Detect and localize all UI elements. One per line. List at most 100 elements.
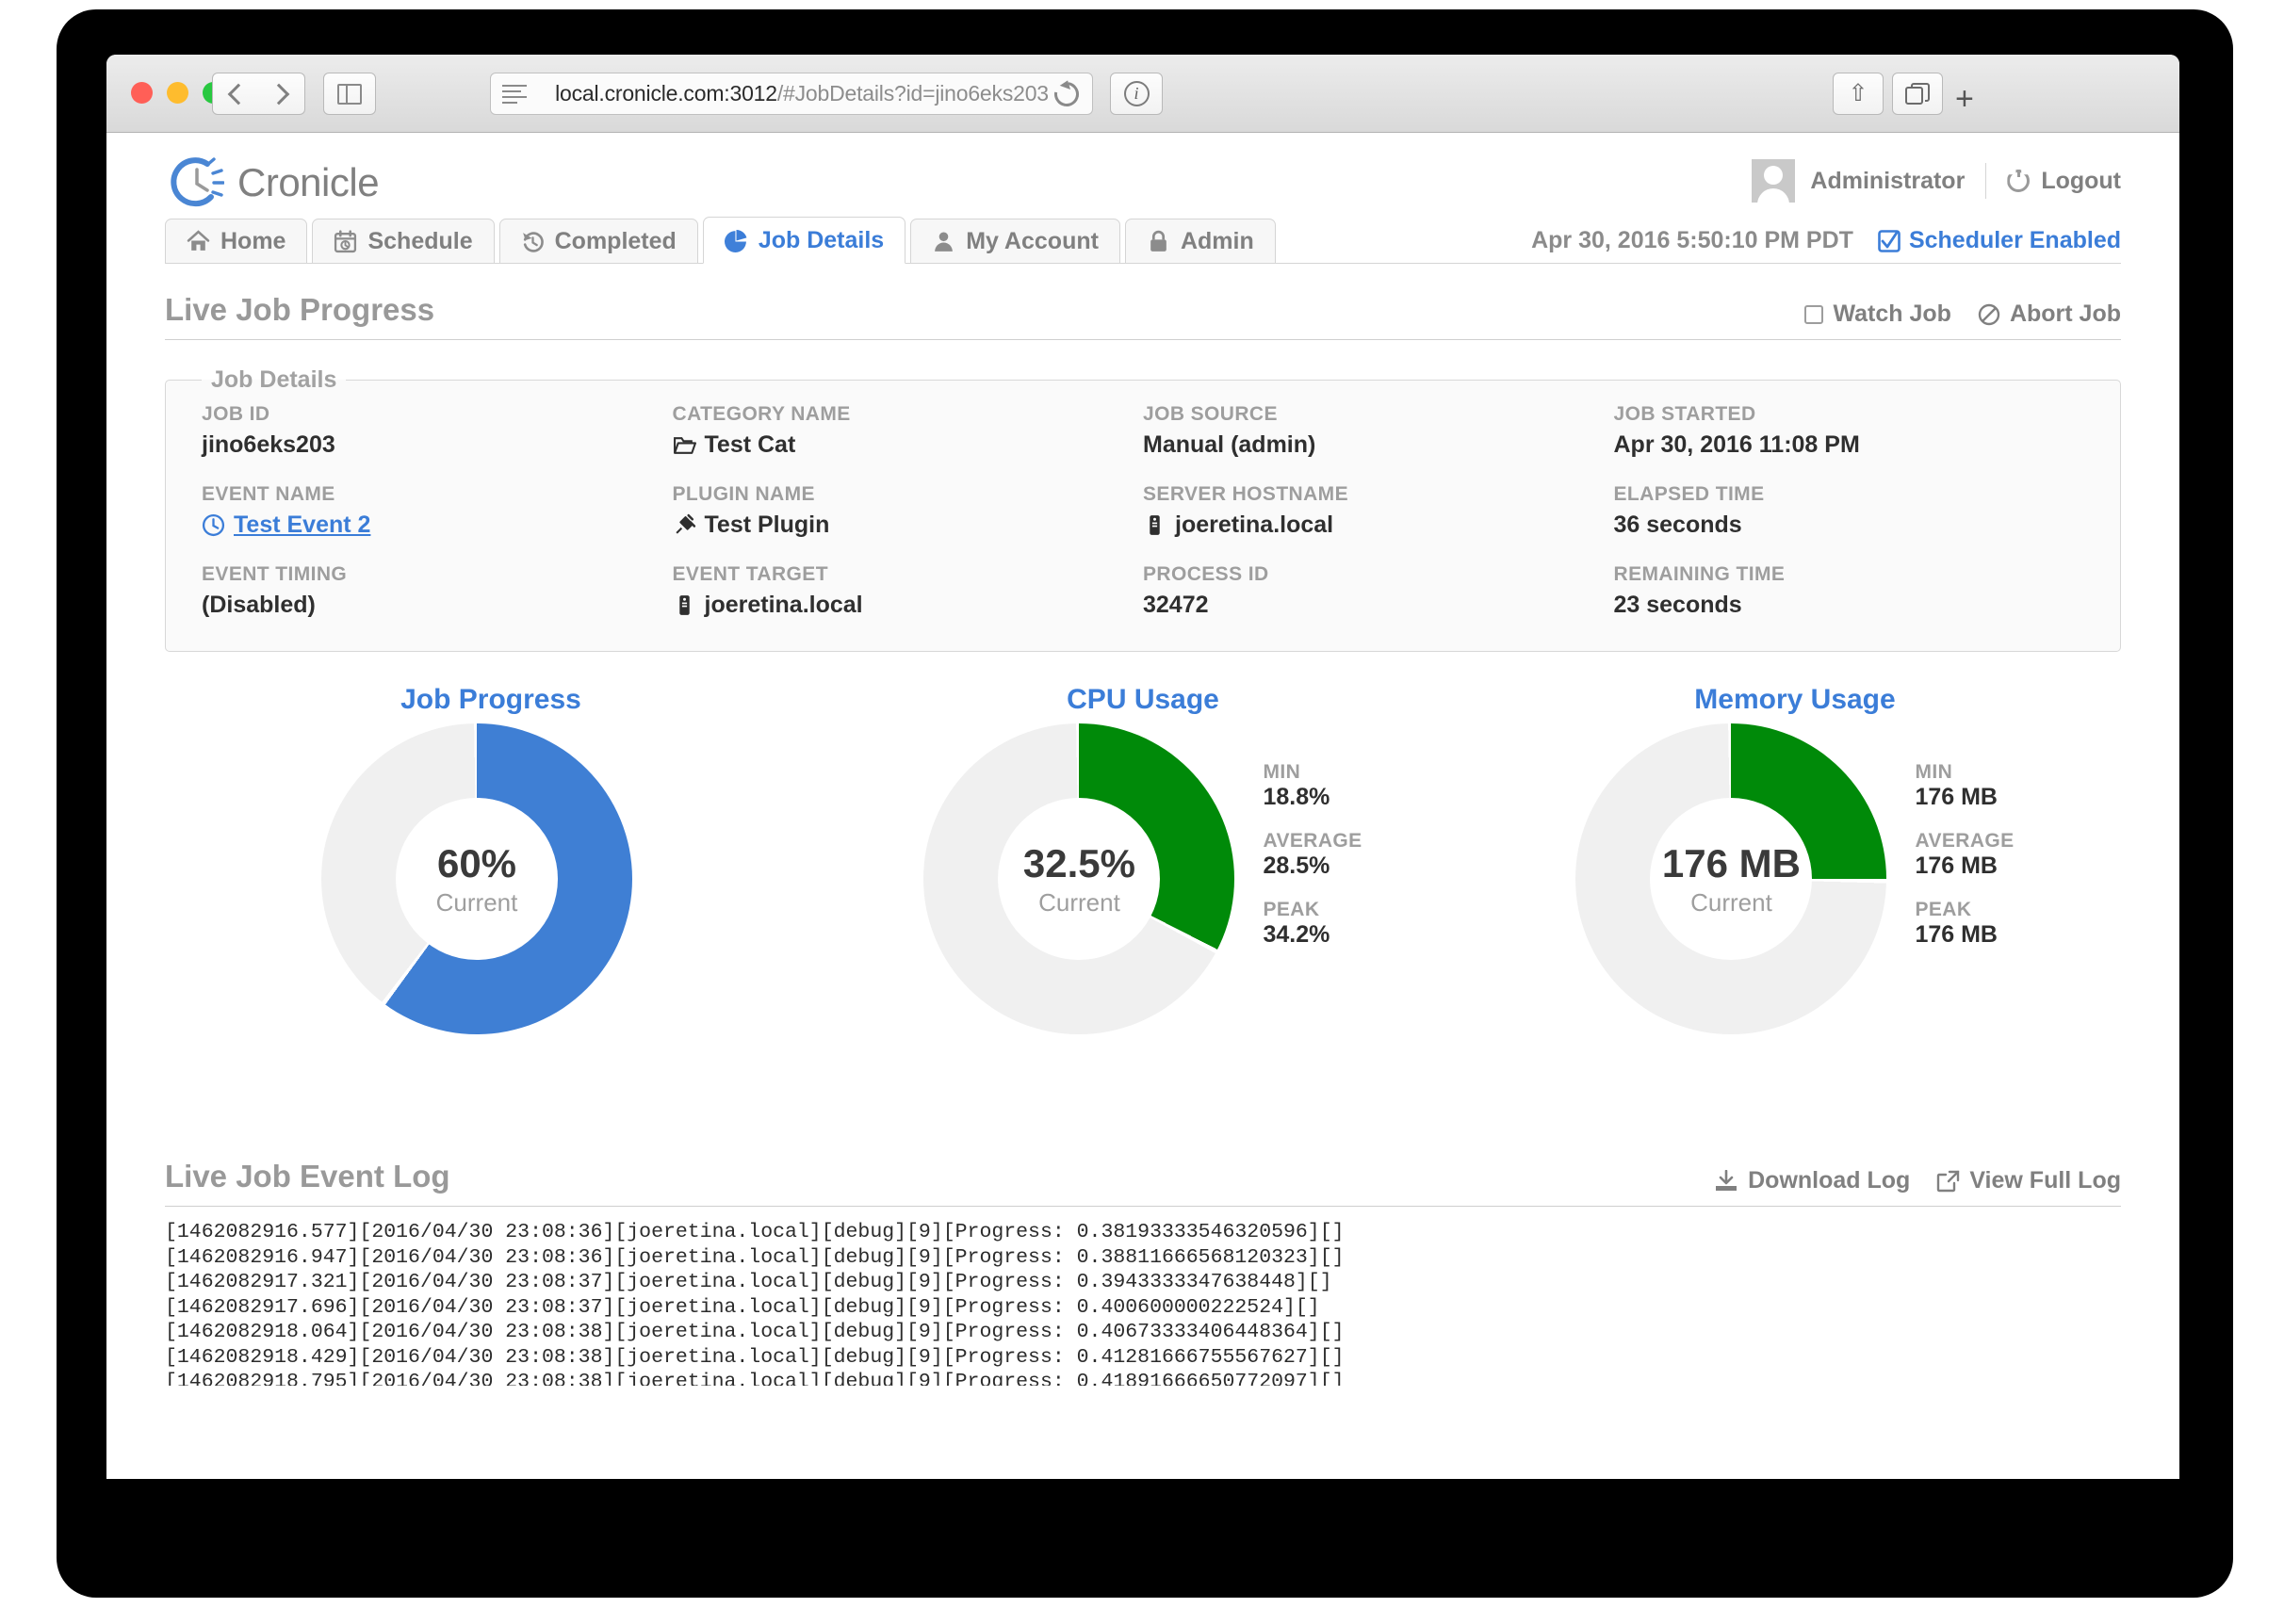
- tab-label: Admin: [1181, 228, 1254, 255]
- back-button[interactable]: [212, 73, 259, 115]
- power-icon: [2007, 170, 2030, 192]
- job-detail-text: joeretina.local: [705, 592, 863, 619]
- job-detail-field: EVENT NAME Test Event 2: [202, 483, 673, 539]
- main-content: Live Job Progress Watch Job Abort Job: [165, 264, 2121, 1386]
- user-name[interactable]: Administrator: [1810, 168, 1965, 195]
- logout-button[interactable]: Logout: [2007, 168, 2121, 195]
- share-icon: ⇧: [1849, 82, 1868, 106]
- job-detail-value: 36 seconds: [1614, 512, 2085, 539]
- donut-value: 60%: [437, 841, 516, 886]
- folder-icon: [673, 433, 696, 457]
- job-details-grid: JOB IDjino6eks203CATEGORY NAMETest CatJO…: [202, 403, 2084, 619]
- history-icon: [521, 230, 545, 253]
- tab-label: Job Details: [759, 227, 884, 254]
- stat-value: 176 MB: [1915, 853, 2014, 880]
- job-detail-field: ELAPSED TIME36 seconds: [1614, 483, 2085, 539]
- external-link-icon: [1936, 1170, 1960, 1193]
- log-line: [1462082917.321][2016/04/30 23:08:37][jo…: [165, 1270, 2121, 1295]
- close-window-button[interactable]: [131, 82, 153, 104]
- log-line: [1462082916.947][2016/04/30 23:08:36][jo…: [165, 1245, 2121, 1271]
- chart-title: Job Progress: [400, 684, 581, 716]
- job-detail-text: joeretina.local: [1175, 512, 1333, 539]
- url-path: /#JobDetails?id=jino6eks203: [777, 81, 1049, 106]
- show-tabs-button[interactable]: [1892, 73, 1943, 115]
- minimize-window-button[interactable]: [167, 82, 188, 104]
- donut-chart: 60%Current: [321, 723, 632, 1034]
- tab-admin[interactable]: Admin: [1125, 219, 1276, 264]
- tab-completed[interactable]: Completed: [499, 219, 698, 264]
- job-detail-value: Test Plugin: [673, 512, 1144, 539]
- tab-label: My Account: [966, 228, 1099, 255]
- job-details-legend: Job Details: [202, 366, 346, 394]
- job-detail-label: SERVER HOSTNAME: [1143, 483, 1614, 506]
- app-logo[interactable]: Cronicle: [170, 155, 379, 210]
- stat-value: 176 MB: [1915, 921, 2014, 949]
- job-detail-label: JOB SOURCE: [1143, 403, 1614, 426]
- stat-label: MIN: [1263, 761, 1362, 784]
- job-detail-text: 23 seconds: [1614, 592, 1742, 619]
- donut-chart: 32.5%Current: [923, 723, 1234, 1034]
- job-detail-label: REMAINING TIME: [1614, 563, 2085, 586]
- site-info-button[interactable]: i: [1110, 73, 1163, 115]
- tab-my-account[interactable]: My Account: [910, 219, 1120, 264]
- app-header: Cronicle Administrator Logout: [106, 133, 2179, 213]
- job-detail-label: EVENT NAME: [202, 483, 673, 506]
- tab-list: HomeScheduleCompleted Job Details My Accou…: [165, 217, 1281, 264]
- donut-value: 32.5%: [1023, 841, 1135, 886]
- checked-box-icon: [1878, 230, 1901, 252]
- scheduler-enabled-toggle[interactable]: Scheduler Enabled: [1878, 227, 2121, 254]
- job-detail-link[interactable]: Test Event 2: [234, 512, 370, 539]
- new-tab-button[interactable]: +: [1955, 83, 1974, 115]
- chart-job-progress: Job Progress 60%Current: [165, 684, 817, 1136]
- donut-row: 60%Current: [165, 723, 817, 1034]
- job-detail-value: (Disabled): [202, 592, 673, 619]
- pie-chart-icon: [725, 229, 748, 252]
- avatar[interactable]: [1752, 159, 1795, 203]
- share-button[interactable]: ⇧: [1833, 73, 1884, 115]
- job-detail-text: jino6eks203: [202, 431, 335, 459]
- watch-job-button[interactable]: Watch Job: [1804, 300, 1950, 328]
- chart-title: CPU Usage: [1067, 684, 1219, 716]
- log-output[interactable]: [1462082916.577][2016/04/30 23:08:36][jo…: [165, 1220, 2121, 1386]
- job-detail-text: (Disabled): [202, 592, 316, 619]
- address-bar[interactable]: local.cronicle.com:3012/#JobDetails?id=j…: [490, 73, 1093, 115]
- job-detail-value: joeretina.local: [673, 592, 1144, 619]
- sidebar-toggle-button[interactable]: [323, 73, 376, 115]
- section-actions: Watch Job Abort Job: [1804, 300, 2121, 328]
- stat-label: MIN: [1915, 761, 2014, 784]
- donut-value: 176 MB: [1662, 841, 1801, 886]
- log-title: Live Job Event Log: [165, 1159, 450, 1194]
- clock-icon: [202, 513, 225, 537]
- logout-label: Logout: [2041, 168, 2121, 195]
- donut-sublabel: Current: [436, 888, 518, 918]
- divider: [1985, 163, 1986, 199]
- job-detail-value: joeretina.local: [1143, 512, 1614, 539]
- main-tabstrip: HomeScheduleCompleted Job Details My Accou…: [165, 213, 2121, 264]
- browser-window: local.cronicle.com:3012/#JobDetails?id=j…: [106, 55, 2179, 1479]
- checkbox-icon: [1804, 305, 1823, 324]
- log-line: [1462082917.696][2016/04/30 23:08:37][jo…: [165, 1295, 2121, 1321]
- download-log-label: Download Log: [1748, 1167, 1910, 1194]
- job-detail-value: Test Cat: [673, 431, 1144, 459]
- live-job-progress-header: Live Job Progress Watch Job Abort Job: [165, 292, 2121, 340]
- view-full-log-button[interactable]: View Full Log: [1936, 1167, 2121, 1194]
- tab-home[interactable]: Home: [165, 219, 307, 264]
- stat-label: AVERAGE: [1915, 830, 2014, 853]
- plug-icon: [673, 513, 696, 537]
- donut-row: 176 MBCurrentMIN176 MBAVERAGE176 MBPEAK1…: [1469, 723, 2121, 1034]
- abort-job-button[interactable]: Abort Job: [1978, 300, 2121, 328]
- job-detail-text: 32472: [1143, 592, 1209, 619]
- lock-icon: [1147, 230, 1170, 253]
- job-detail-text: 36 seconds: [1614, 512, 1742, 539]
- tab-job-details[interactable]: Job Details: [703, 217, 905, 264]
- download-log-button[interactable]: Download Log: [1714, 1167, 1910, 1194]
- log-actions: Download Log View Full Log: [1714, 1167, 2121, 1194]
- chart-cpu-usage: CPU Usage32.5%CurrentMIN18.8%AVERAGE28.5…: [817, 684, 1469, 1136]
- forward-button[interactable]: [258, 73, 305, 115]
- donut-sublabel: Current: [1038, 888, 1120, 918]
- donut-chart: 176 MBCurrent: [1575, 723, 1886, 1034]
- job-detail-field: PROCESS ID32472: [1143, 563, 1614, 619]
- tab-schedule[interactable]: Schedule: [312, 219, 494, 264]
- job-detail-value: jino6eks203: [202, 431, 673, 459]
- live-job-event-log-section: Live Job Event Log Download Log: [165, 1159, 2121, 1386]
